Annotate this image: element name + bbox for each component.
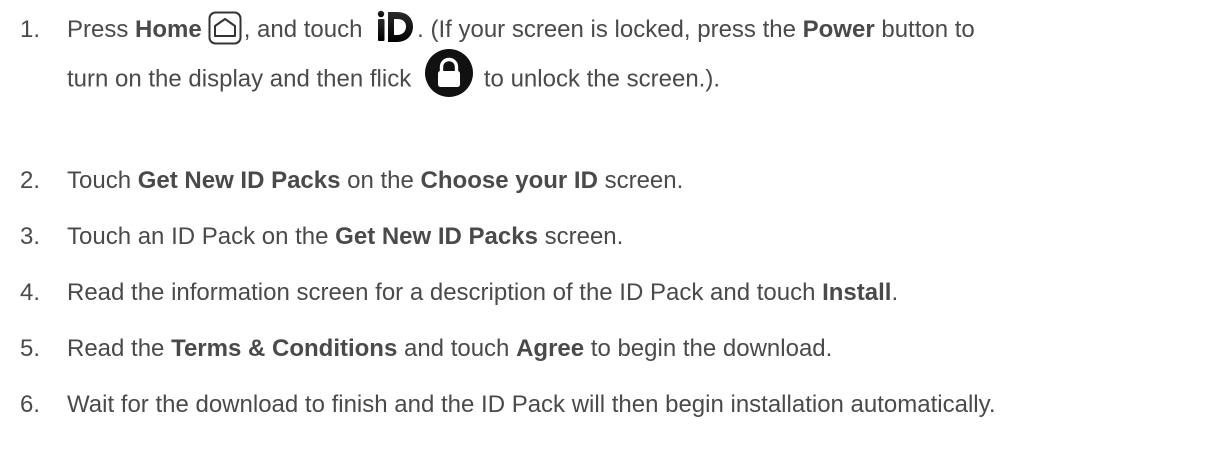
step-text: Press Home , and touch . (If your screen …	[67, 10, 1190, 97]
text-fragment: to begin the download.	[584, 335, 833, 362]
step-number: 1.	[20, 16, 41, 43]
text-fragment: Read the information screen for a descri…	[67, 279, 823, 306]
step-1-line-1: Press Home , and touch . (If your screen …	[67, 10, 1190, 45]
bold-terms-conditions: Terms & Conditions	[171, 335, 398, 362]
text-fragment: on the	[340, 167, 421, 194]
text-fragment: button to	[874, 16, 975, 43]
step-number: 4.	[20, 279, 41, 306]
text-fragment: .	[891, 279, 899, 306]
text-fragment: Read the	[67, 335, 172, 362]
home-icon	[208, 11, 242, 45]
step-text: Touch Get New ID Packs on the Choose you…	[67, 166, 1190, 196]
bold-home: Home	[135, 16, 202, 43]
text-fragment: Press	[67, 16, 136, 43]
step-number: 5.	[20, 335, 41, 362]
bold-power: Power	[802, 16, 875, 43]
bold-get-new-id-packs: Get New ID Packs	[335, 223, 538, 250]
bold-agree: Agree	[516, 335, 585, 362]
step-text: Touch an ID Pack on the Get New ID Packs…	[67, 222, 1190, 252]
text-fragment: Touch	[67, 167, 138, 194]
text-fragment: Wait for the download to finish and the …	[67, 391, 996, 418]
text-fragment: to unlock the screen.).	[483, 65, 721, 93]
text-fragment: screen.	[597, 167, 684, 194]
text-fragment: Touch an ID Pack on the	[67, 223, 336, 250]
text-fragment: . (If your screen is locked, press the	[417, 16, 803, 43]
step-number: 2.	[20, 167, 41, 194]
step-1-line-2: turn on the display and then flick to un…	[67, 49, 1190, 97]
step-text: Read the Terms & Conditions and touch Ag…	[67, 334, 1190, 364]
id-app-icon	[375, 9, 415, 45]
text-fragment: screen.	[537, 223, 624, 250]
text-fragment: turn on the display and then flick	[67, 65, 418, 93]
bold-choose-your-id: Choose your ID	[420, 167, 598, 194]
lock-icon	[424, 48, 474, 98]
step-text: Read the information screen for a descri…	[67, 278, 1190, 308]
step-number: 6.	[20, 391, 41, 418]
step-text: Wait for the download to finish and the …	[67, 390, 1190, 420]
text-fragment: , and touch	[243, 16, 370, 43]
bold-get-new-id-packs: Get New ID Packs	[137, 167, 341, 194]
bold-install: Install	[822, 279, 892, 306]
step-number: 3.	[20, 223, 41, 250]
text-fragment: and touch	[397, 335, 517, 362]
